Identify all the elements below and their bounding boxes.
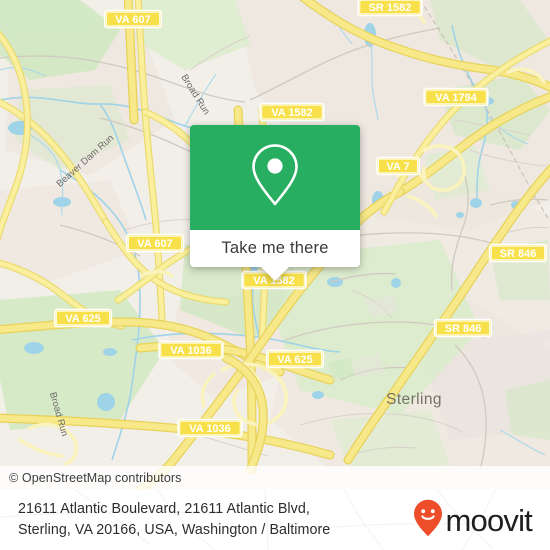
road-shield: VA 1036 xyxy=(177,418,243,438)
road-shield-label: VA 7 xyxy=(386,161,409,173)
road-shield: VA 1582 xyxy=(259,102,325,122)
road-shield: SR 1582 xyxy=(357,0,423,17)
road-shield: VA 607 xyxy=(125,233,185,253)
callout-marker-panel xyxy=(190,125,360,230)
map-screenshot: .park { fill:#cfe8bf; } .park2 { fill:#d… xyxy=(0,0,550,550)
road-shield: SR 846 xyxy=(433,318,493,338)
road-shield-label: SR 846 xyxy=(500,248,537,260)
road-shield-label: VA 1794 xyxy=(435,92,477,104)
road-shield-label: VA 1036 xyxy=(189,423,231,435)
road-shield-label: VA 607 xyxy=(115,14,150,26)
footer-bar: 21611 Atlantic Boulevard, 21611 Atlantic… xyxy=(0,490,550,550)
road-shield-label: VA 607 xyxy=(137,238,172,250)
road-shield: VA 1036 xyxy=(158,340,224,360)
road-shield: VA 625 xyxy=(265,349,325,369)
road-shield: SR 846 xyxy=(488,243,548,263)
osm-attribution-text: © OpenStreetMap contributors xyxy=(9,471,182,485)
moovit-wordmark: moovit xyxy=(445,502,532,538)
road-shield: VA 7 xyxy=(375,156,420,176)
destination-callout-card[interactable]: Take me there xyxy=(190,125,360,281)
take-me-there-button[interactable]: Take me there xyxy=(221,239,328,258)
callout-pointer-tail xyxy=(261,267,289,281)
road-shield-label: VA 1582 xyxy=(271,107,313,119)
svg-text:Sterling: Sterling xyxy=(386,391,442,408)
callout-action-panel[interactable]: Take me there xyxy=(190,230,360,281)
address-line-1: 21611 Atlantic Boulevard, 21611 Atlantic… xyxy=(18,501,310,517)
moovit-logo[interactable]: moovit xyxy=(413,499,533,542)
address-line-2: Sterling, VA 20166, USA, Washington / Ba… xyxy=(18,522,331,538)
road-shield-label: VA 1036 xyxy=(170,345,212,357)
osm-attribution: © OpenStreetMap contributors xyxy=(0,466,550,490)
moovit-smiley-pin-icon xyxy=(413,499,443,542)
road-shield-label: VA 625 xyxy=(277,354,312,366)
road-shield-label: SR 1582 xyxy=(369,2,412,14)
map-pin-icon xyxy=(248,142,302,213)
road-shield-label: VA 625 xyxy=(65,313,100,325)
road-shield: VA 1794 xyxy=(423,87,489,107)
address-text: 21611 Atlantic Boulevard, 21611 Atlantic… xyxy=(18,499,413,541)
road-shield-label: SR 846 xyxy=(445,323,482,335)
road-shield: VA 607 xyxy=(103,9,163,29)
road-shield: VA 625 xyxy=(53,308,113,328)
